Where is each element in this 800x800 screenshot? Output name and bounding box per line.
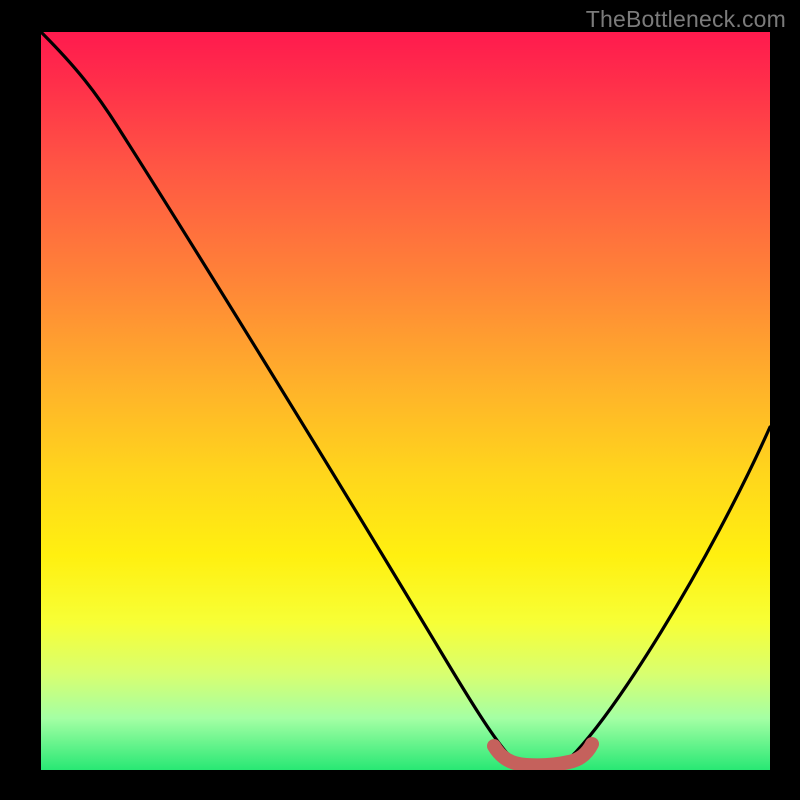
bottleneck-curve-path <box>41 32 770 765</box>
optimal-band-path <box>494 744 592 765</box>
chart-svg <box>41 32 770 770</box>
plot-area <box>41 32 770 770</box>
watermark-text: TheBottleneck.com <box>586 6 786 33</box>
chart-frame: TheBottleneck.com <box>0 0 800 800</box>
